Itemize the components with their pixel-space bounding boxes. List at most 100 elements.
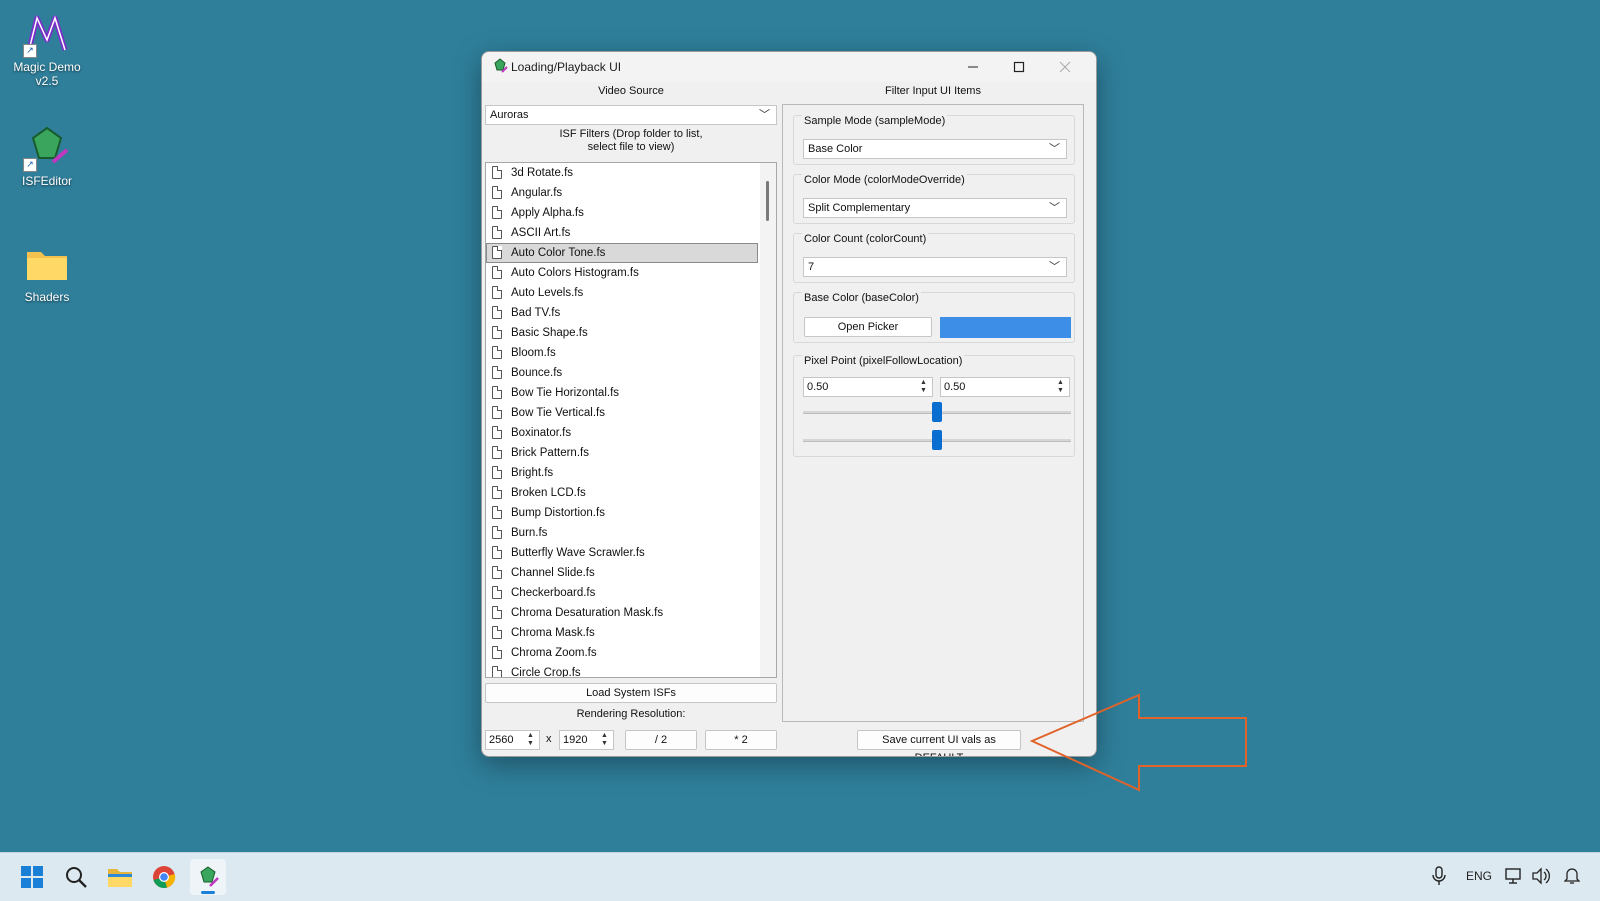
pixel-point-x-slider-handle[interactable] (932, 402, 942, 422)
volume-icon[interactable] (1531, 867, 1551, 888)
color-count-dropdown[interactable]: 7 ﹀ (803, 257, 1067, 277)
open-picker-button[interactable]: Open Picker (804, 317, 932, 337)
pixel-point-x-input[interactable]: 0.50 ▲ ▼ (803, 377, 933, 397)
spinner-arrows-icon[interactable]: ▲ ▼ (527, 732, 537, 748)
desktop-icon-shaders[interactable]: Shaders (7, 240, 87, 304)
list-scrollbar[interactable] (760, 163, 776, 677)
start-button[interactable] (14, 859, 50, 895)
list-item-label: Chroma Desaturation Mask.fs (511, 607, 664, 619)
list-item[interactable]: 3d Rotate.fs (486, 163, 776, 183)
list-item[interactable]: Circle Crop.fs (486, 663, 776, 677)
base-color-swatch[interactable] (940, 317, 1071, 338)
spinner-arrows-icon[interactable]: ▲ ▼ (920, 379, 930, 395)
save-default-button[interactable]: Save current UI vals as DEFAULT (857, 730, 1021, 756)
windows-logo-icon (21, 866, 43, 888)
spinner-arrows-icon[interactable]: ▲ ▼ (601, 732, 611, 748)
pixel-point-label: Pixel Point (pixelFollowLocation) (802, 355, 965, 367)
document-icon (492, 446, 502, 459)
annotation-arrow (1030, 693, 1247, 792)
list-item-label: Auto Colors Histogram.fs (511, 267, 639, 279)
list-item[interactable]: ASCII Art.fs (486, 223, 776, 243)
double-resolution-button[interactable]: * 2 (705, 730, 777, 750)
list-item[interactable]: Chroma Zoom.fs (486, 643, 776, 663)
color-mode-dropdown[interactable]: Split Complementary ﹀ (803, 198, 1067, 218)
base-color-group: Base Color (baseColor) Open Picker (793, 292, 1075, 343)
scrollbar-thumb[interactable] (766, 181, 769, 221)
list-item[interactable]: Brick Pattern.fs (486, 443, 776, 463)
list-item[interactable]: Apply Alpha.fs (486, 203, 776, 223)
list-item[interactable]: Boxinator.fs (486, 423, 776, 443)
list-item[interactable]: Angular.fs (486, 183, 776, 203)
list-item-label: ASCII Art.fs (511, 227, 571, 239)
color-count-value: 7 (808, 261, 815, 273)
active-app-indicator (201, 891, 215, 894)
sample-mode-group: Sample Mode (sampleMode) Base Color ﹀ (793, 115, 1075, 165)
isfeditor-taskbar-button[interactable] (190, 859, 226, 895)
network-icon[interactable] (1505, 867, 1525, 888)
language-indicator[interactable]: ENG (1466, 869, 1492, 883)
pixel-point-y-input[interactable]: 0.50 ▲ ▼ (940, 377, 1070, 397)
document-icon (492, 646, 502, 659)
list-item-label: Chroma Zoom.fs (511, 647, 597, 659)
list-item[interactable]: Channel Slide.fs (486, 563, 776, 583)
search-button[interactable] (58, 859, 94, 895)
list-item[interactable]: Auto Color Tone.fs (486, 243, 758, 263)
pixel-point-y-value: 0.50 (944, 381, 966, 393)
title-bar[interactable]: Loading/Playback UI (482, 52, 1096, 82)
magic-demo-icon: ↗ (23, 10, 71, 58)
list-item[interactable]: Bright.fs (486, 463, 776, 483)
list-item[interactable]: Butterfly Wave Scrawler.fs (486, 543, 776, 563)
notification-bell-icon[interactable] (1563, 867, 1581, 888)
document-icon (492, 546, 502, 559)
list-item[interactable]: Bad TV.fs (486, 303, 776, 323)
resolution-width-value: 2560 (489, 734, 514, 746)
document-icon (492, 666, 502, 677)
list-item[interactable]: Bloom.fs (486, 343, 776, 363)
color-mode-group: Color Mode (colorModeOverride) Split Com… (793, 174, 1075, 224)
chevron-down-icon: ﹀ (759, 109, 770, 121)
list-item[interactable]: Auto Levels.fs (486, 283, 776, 303)
chrome-icon (153, 866, 176, 888)
list-item[interactable]: Bow Tie Horizontal.fs (486, 383, 776, 403)
maximize-button[interactable] (996, 52, 1042, 82)
minimize-button[interactable] (950, 52, 996, 82)
chrome-button[interactable] (146, 859, 182, 895)
document-icon (492, 586, 502, 599)
list-item[interactable]: Auto Colors Histogram.fs (486, 263, 776, 283)
list-item[interactable]: Chroma Desaturation Mask.fs (486, 603, 776, 623)
color-count-label: Color Count (colorCount) (802, 233, 929, 245)
video-source-value: Auroras (490, 109, 529, 121)
sample-mode-dropdown[interactable]: Base Color ﹀ (803, 139, 1067, 159)
resolution-height-input[interactable]: 1920 ▲ ▼ (559, 730, 614, 750)
pixel-point-group: Pixel Point (pixelFollowLocation) 0.50 ▲… (793, 355, 1075, 457)
list-item[interactable]: Bow Tie Vertical.fs (486, 403, 776, 423)
document-icon (492, 306, 502, 319)
list-item[interactable]: Burn.fs (486, 523, 776, 543)
list-item-label: Bad TV.fs (511, 307, 561, 319)
document-icon (492, 406, 502, 419)
list-item-label: Apply Alpha.fs (511, 207, 584, 219)
list-item-label: Auto Color Tone.fs (511, 247, 606, 259)
pixel-point-y-slider-handle[interactable] (932, 430, 942, 450)
list-item[interactable]: Bounce.fs (486, 363, 776, 383)
document-icon (492, 366, 502, 379)
file-explorer-button[interactable] (102, 859, 138, 895)
list-item[interactable]: Chroma Mask.fs (486, 623, 776, 643)
desktop-icon-magic-demo[interactable]: ↗ Magic Demo v2.5 (7, 10, 87, 88)
microphone-icon[interactable] (1432, 866, 1446, 889)
load-system-isfs-button[interactable]: Load System ISFs (485, 683, 777, 703)
close-button[interactable] (1042, 52, 1088, 82)
list-item[interactable]: Checkerboard.fs (486, 583, 776, 603)
half-resolution-button[interactable]: / 2 (625, 730, 697, 750)
list-item[interactable]: Broken LCD.fs (486, 483, 776, 503)
list-item[interactable]: Bump Distortion.fs (486, 503, 776, 523)
video-source-dropdown[interactable]: Auroras ﹀ (485, 105, 777, 125)
list-item[interactable]: Basic Shape.fs (486, 323, 776, 343)
document-icon (492, 566, 502, 579)
desktop-icon-isfeditor[interactable]: ↗ ISFEditor (7, 124, 87, 188)
spinner-arrows-icon[interactable]: ▲ ▼ (1057, 379, 1067, 395)
resolution-width-input[interactable]: 2560 ▲ ▼ (485, 730, 540, 750)
isf-file-list[interactable]: 3d Rotate.fs Angular.fs Apply Alpha.fs ASCI… (485, 162, 777, 678)
list-item-label: Bright.fs (511, 467, 554, 479)
list-item-label: Checkerboard.fs (511, 587, 596, 599)
